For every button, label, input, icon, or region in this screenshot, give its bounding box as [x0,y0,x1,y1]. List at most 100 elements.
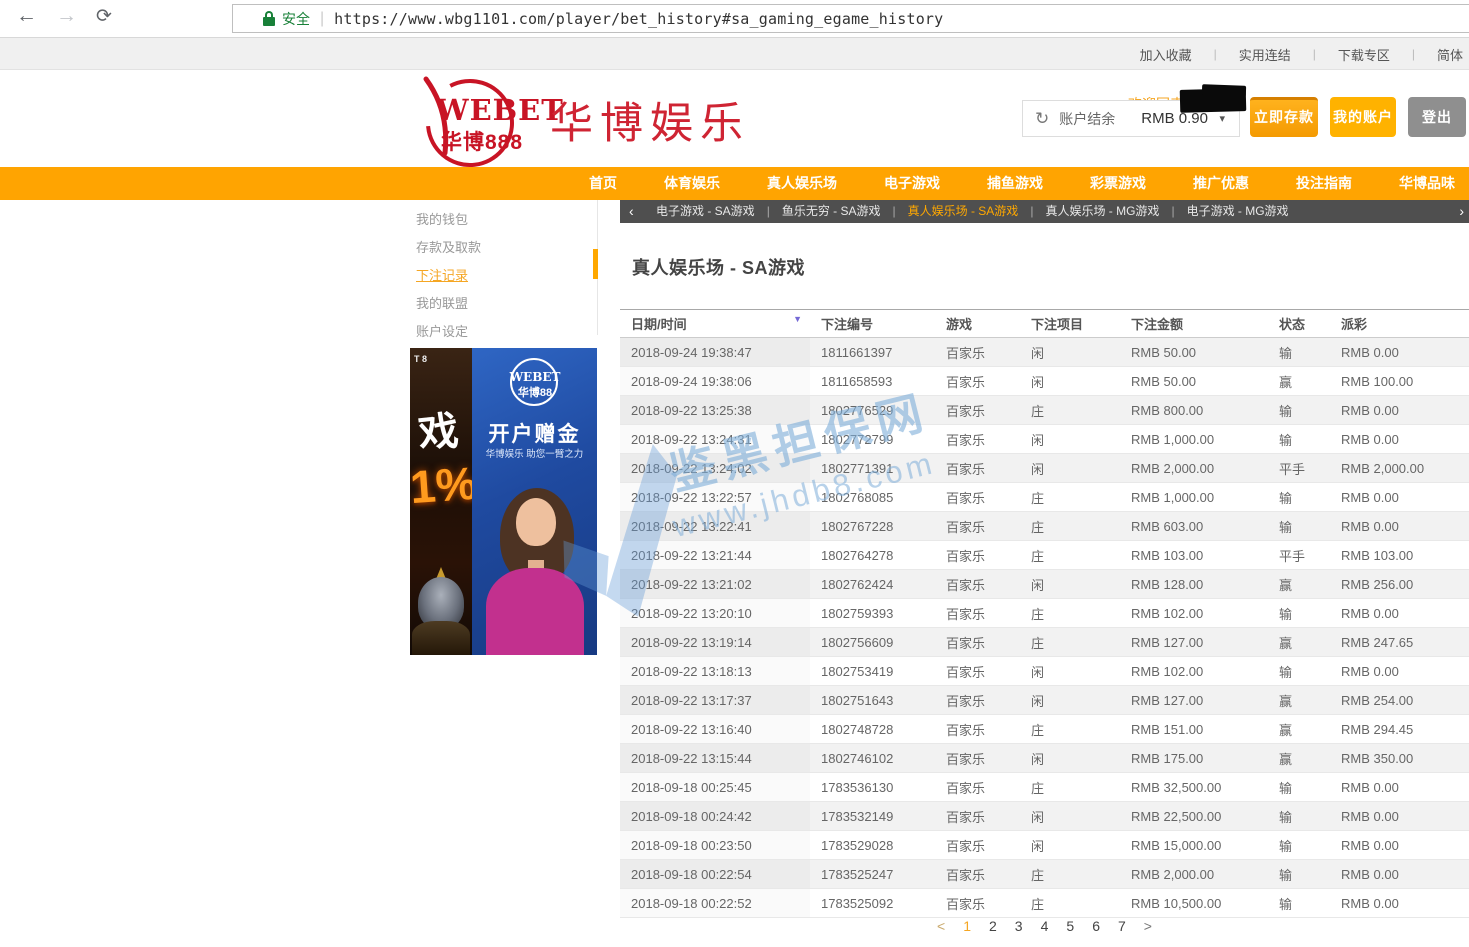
tab-scroll-right-icon[interactable]: › [1459,200,1464,223]
column-header-1[interactable]: 日期/时间▼ [620,310,810,338]
address-bar[interactable]: 安全 | https://www.wbg1101.com/player/bet_… [232,4,1469,33]
logo-brand: WEBET [436,93,564,127]
logo-sub: 华博888 [441,126,523,156]
sidebar-active-indicator [593,249,598,279]
my-account-button[interactable]: 我的账户 [1330,97,1396,137]
balance-label: 账户结余 [1059,109,1115,129]
balance-refresh-icon[interactable]: ↻ [1035,109,1049,129]
nav-item-2[interactable]: 体育娱乐 [664,167,720,200]
browser-back-icon[interactable]: ← [16,4,37,28]
browser-refresh-icon[interactable]: ⟳ [96,5,112,28]
table-cell: 百家乐 [935,396,1020,425]
table-cell: 庄 [1020,715,1120,744]
utility-link-1[interactable]: 加入收藏 [1140,45,1192,64]
sidebar-item-5[interactable]: 账户设定 [416,318,598,346]
column-header-2[interactable]: 下注编号 [810,310,935,338]
pagination-prev[interactable]: < [937,918,945,934]
table-cell: RMB 603.00 [1120,512,1268,541]
table-cell: 赢 [1268,570,1330,599]
nav-item-5[interactable]: 捕鱼游戏 [987,167,1043,200]
table-cell: 1802746102 [810,744,935,773]
table-cell: RMB 127.00 [1120,686,1268,715]
account-sidebar: 我的钱包存款及取款下注记录我的联盟账户设定 [410,200,598,346]
pagination-page-5[interactable]: 5 [1066,918,1074,934]
history-tab-3[interactable]: 真人娱乐场 - SA游戏 [908,204,1019,218]
nav-item-4[interactable]: 电子游戏 [884,167,940,200]
nav-item-7[interactable]: 推广优惠 [1193,167,1249,200]
table-cell: 百家乐 [935,483,1020,512]
column-header-3[interactable]: 游戏 [935,310,1020,338]
promo-banner-left: T 8 戏 1% [410,348,472,655]
nav-item-1[interactable]: 首页 [589,167,617,200]
promo-banner[interactable]: T 8 戏 1% WEBET 华博88 开户赠金 华博娱乐 助您一臂之力 [410,348,597,655]
balance-value: RMB 0.90 [1141,110,1208,127]
utility-link-3[interactable]: 下载专区 [1338,45,1390,64]
table-cell: 赢 [1268,628,1330,657]
nav-item-3[interactable]: 真人娱乐场 [767,167,837,200]
pagination-page-1[interactable]: 1 [963,918,971,934]
history-tab-4[interactable]: 真人娱乐场 - MG游戏 [1045,204,1159,218]
table-cell: 闲 [1020,570,1120,599]
table-cell: RMB 2,000.00 [1330,454,1469,483]
pagination-next[interactable]: > [1144,918,1152,934]
table-cell: 闲 [1020,802,1120,831]
column-header-4[interactable]: 下注项目 [1020,310,1120,338]
table-cell: 1802762424 [810,570,935,599]
table-cell: 1783525247 [810,860,935,889]
column-header-5[interactable]: 下注金额 [1120,310,1268,338]
logout-button[interactable]: 登出 [1408,97,1466,137]
table-cell: 赢 [1268,686,1330,715]
browser-forward-icon[interactable]: → [56,4,77,28]
sidebar-item-4[interactable]: 我的联盟 [416,290,598,318]
table-row: 2018-09-22 13:20:101802759393百家乐庄RMB 102… [620,599,1469,628]
banner-percent-text: 1% [410,456,472,515]
utility-link-4[interactable]: 简体 [1437,45,1463,64]
pagination-page-7[interactable]: 7 [1118,918,1126,934]
nav-item-9[interactable]: 华博品味 [1399,167,1455,200]
table-cell: 平手 [1268,454,1330,483]
utility-link-2[interactable]: 实用连结 [1239,45,1291,64]
pagination-page-3[interactable]: 3 [1015,918,1023,934]
pagination-page-2[interactable]: 2 [989,918,997,934]
sidebar-item-2[interactable]: 存款及取款 [416,234,598,262]
site-logo[interactable]: WEBET 华博888 华博娱乐 [408,73,748,165]
nav-item-6[interactable]: 彩票游戏 [1090,167,1146,200]
sidebar-item-1[interactable]: 我的钱包 [416,206,598,234]
table-cell: 输 [1268,773,1330,802]
table-cell: 2018-09-22 13:21:44 [620,541,810,570]
table-cell: RMB 102.00 [1120,657,1268,686]
table-cell: RMB 127.00 [1120,628,1268,657]
banner-logo-fragment: T 8 [414,354,427,364]
table-cell: RMB 50.00 [1120,338,1268,367]
table-cell: 百家乐 [935,773,1020,802]
screen: ← → ⟳ 安全 | https://www.wbg1101.com/playe… [0,0,1469,947]
sort-desc-icon[interactable]: ▼ [793,314,802,324]
pagination-page-6[interactable]: 6 [1092,918,1100,934]
deposit-button[interactable]: 立即存款 [1250,97,1318,137]
column-header-6[interactable]: 状态 [1268,310,1330,338]
table-cell: 百家乐 [935,715,1020,744]
table-cell: RMB 0.00 [1330,860,1469,889]
table-cell: 输 [1268,599,1330,628]
table-body: 2018-09-24 19:38:471811661397百家乐闲RMB 50.… [620,338,1469,918]
table-cell: 输 [1268,889,1330,918]
table-cell: 2018-09-24 19:38:06 [620,367,810,396]
table-cell: 闲 [1020,338,1120,367]
balance-dropdown-icon[interactable]: ▾ [1219,112,1225,125]
table-cell: 闲 [1020,454,1120,483]
pagination-page-4[interactable]: 4 [1041,918,1049,934]
history-tab-5[interactable]: 电子游戏 - MG游戏 [1187,204,1289,218]
history-tab-1[interactable]: 电子游戏 - SA游戏 [656,204,755,218]
table-cell: 2018-09-22 13:19:14 [620,628,810,657]
table-cell: RMB 0.00 [1330,831,1469,860]
tab-scroll-left-icon[interactable]: ‹ [629,200,634,223]
sidebar-item-3[interactable]: 下注记录 [416,262,598,290]
table-cell: RMB 0.00 [1330,802,1469,831]
column-header-7[interactable]: 派彩 [1330,310,1469,338]
nav-item-8[interactable]: 投注指南 [1296,167,1352,200]
table-cell: 输 [1268,802,1330,831]
table-cell: RMB 103.00 [1330,541,1469,570]
lock-icon [263,11,275,26]
table-cell: 1802772799 [810,425,935,454]
history-tab-2[interactable]: 鱼乐无穷 - SA游戏 [782,204,881,218]
